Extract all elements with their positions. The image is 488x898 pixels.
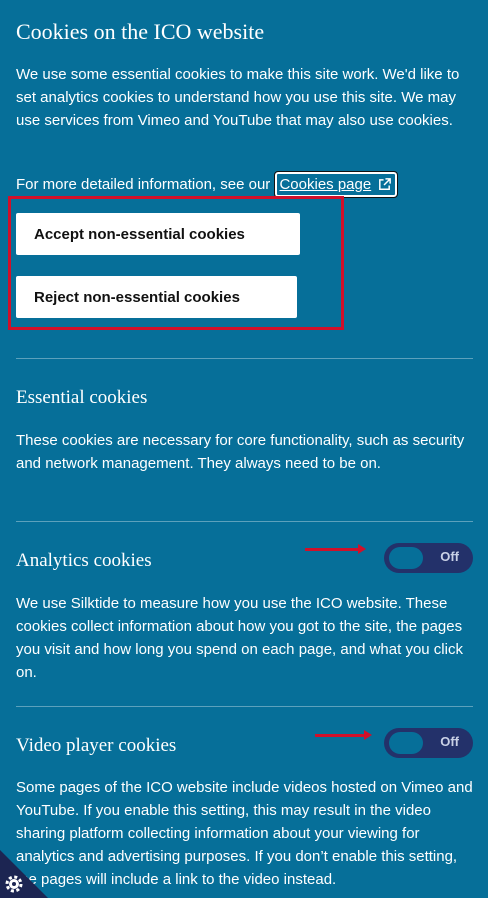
essential-cookies-title: Essential cookies (16, 387, 148, 408)
banner-title: Cookies on the ICO website (16, 19, 265, 44)
annotation-arrow (305, 544, 366, 554)
analytics-cookies-description: We use Silktide to measure how you use t… (16, 595, 463, 681)
toggle-state-label: Off (440, 549, 459, 564)
annotation-arrow (315, 730, 372, 740)
divider (16, 358, 473, 359)
toggle-state-label: Off (440, 734, 459, 749)
divider (16, 706, 473, 707)
essential-cookies-description: These cookies are necessary for core fun… (16, 432, 465, 472)
accept-non-essential-button[interactable]: Accept non-essential cookies (16, 213, 300, 255)
cookies-page-link[interactable]: Cookies page (274, 171, 399, 198)
external-link-icon (379, 178, 392, 190)
analytics-cookies-title: Analytics cookies (16, 550, 152, 571)
video-player-cookies-toggle[interactable]: Off (384, 728, 473, 758)
reject-non-essential-button[interactable]: Reject non-essential cookies (16, 276, 297, 318)
more-info-text: For more detailed information, see our (16, 176, 271, 193)
banner-intro: We use some essential cookies to make th… (16, 66, 460, 129)
toggle-knob (389, 547, 423, 569)
divider (16, 521, 473, 522)
video-player-cookies-description: Some pages of the ICO website include vi… (16, 779, 473, 888)
cookie-banner: Cookies on the ICO website We use some e… (0, 0, 488, 898)
cookies-page-link-label: Cookies page (279, 176, 372, 193)
toggle-knob (389, 732, 423, 754)
more-info-line: For more detailed information, see our C… (16, 171, 399, 198)
analytics-cookies-toggle[interactable]: Off (384, 543, 473, 573)
cookie-settings-badge[interactable] (0, 848, 50, 898)
video-player-cookies-title: Video player cookies (16, 735, 177, 756)
